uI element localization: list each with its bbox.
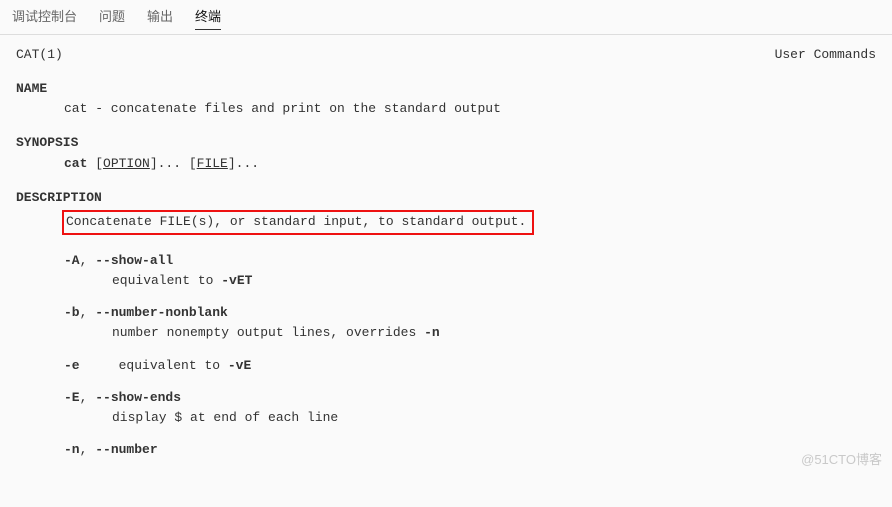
opt-A-desc: equivalent to -vET [16,271,876,291]
syn-br1: [ [87,156,103,171]
opt-b-short: -b [64,305,80,320]
section-synopsis: SYNOPSIS [16,133,876,153]
opt-b-sep: , [80,305,96,320]
opt-n-sep: , [80,442,96,457]
name-body: cat - concatenate files and print on the… [16,99,876,119]
opt-e-short: -e [64,358,80,373]
syn-cmd: cat [64,156,87,171]
opt-E-long: --show-ends [95,390,181,405]
terminal-pane[interactable]: CAT(1) User Commands NAME cat - concaten… [0,35,892,476]
tab-debug-console[interactable]: 调试控制台 [12,6,77,30]
opt-b-desc: number nonempty output lines, overrides … [16,323,876,343]
syn-file: FILE [197,156,228,171]
desc-lead: Concatenate FILE(s), or standard input, … [62,210,534,235]
opt-e-desc-flag: -vE [228,358,251,373]
opt-b-desc-text: number nonempty output lines, overrides [112,325,424,340]
opt-number-nonblank: -b, --number-nonblank [16,303,876,323]
desc-highlight-box: Concatenate FILE(s), or standard input, … [16,208,876,239]
opt-show-ends: -E, --show-ends [16,388,876,408]
opt-A-sep: , [80,253,96,268]
syn-br3: ]... [228,156,259,171]
opt-A-short: -A [64,253,80,268]
opt-e: -e equivalent to -vE [16,356,876,376]
man-header: CAT(1) User Commands [16,45,876,65]
opt-b-long: --number-nonblank [95,305,228,320]
opt-A-desc-flag: -vET [221,273,252,288]
opt-e-desc-text: equivalent to [119,358,228,373]
syn-option: OPTION [103,156,150,171]
man-page-id: CAT(1) [16,45,63,65]
opt-E-sep: , [80,390,96,405]
tab-terminal[interactable]: 终端 [195,6,221,30]
syn-br2: ]... [ [150,156,197,171]
man-category: User Commands [775,45,876,65]
opt-E-short: -E [64,390,80,405]
opt-number: -n, --number [16,440,876,460]
section-name: NAME [16,79,876,99]
opt-show-all: -A, --show-all [16,251,876,271]
opt-A-desc-text: equivalent to [112,273,221,288]
section-description: DESCRIPTION [16,188,876,208]
synopsis-line: cat [OPTION]... [FILE]... [16,154,876,174]
opt-b-desc-flag: -n [424,325,440,340]
opt-E-desc: display $ at end of each line [16,408,876,428]
tab-output[interactable]: 输出 [147,6,173,30]
tab-problems[interactable]: 问题 [99,6,125,30]
opt-n-long: --number [95,442,157,457]
opt-A-long: --show-all [95,253,173,268]
opt-n-short: -n [64,442,80,457]
tab-bar: 调试控制台 问题 输出 终端 [0,0,892,35]
